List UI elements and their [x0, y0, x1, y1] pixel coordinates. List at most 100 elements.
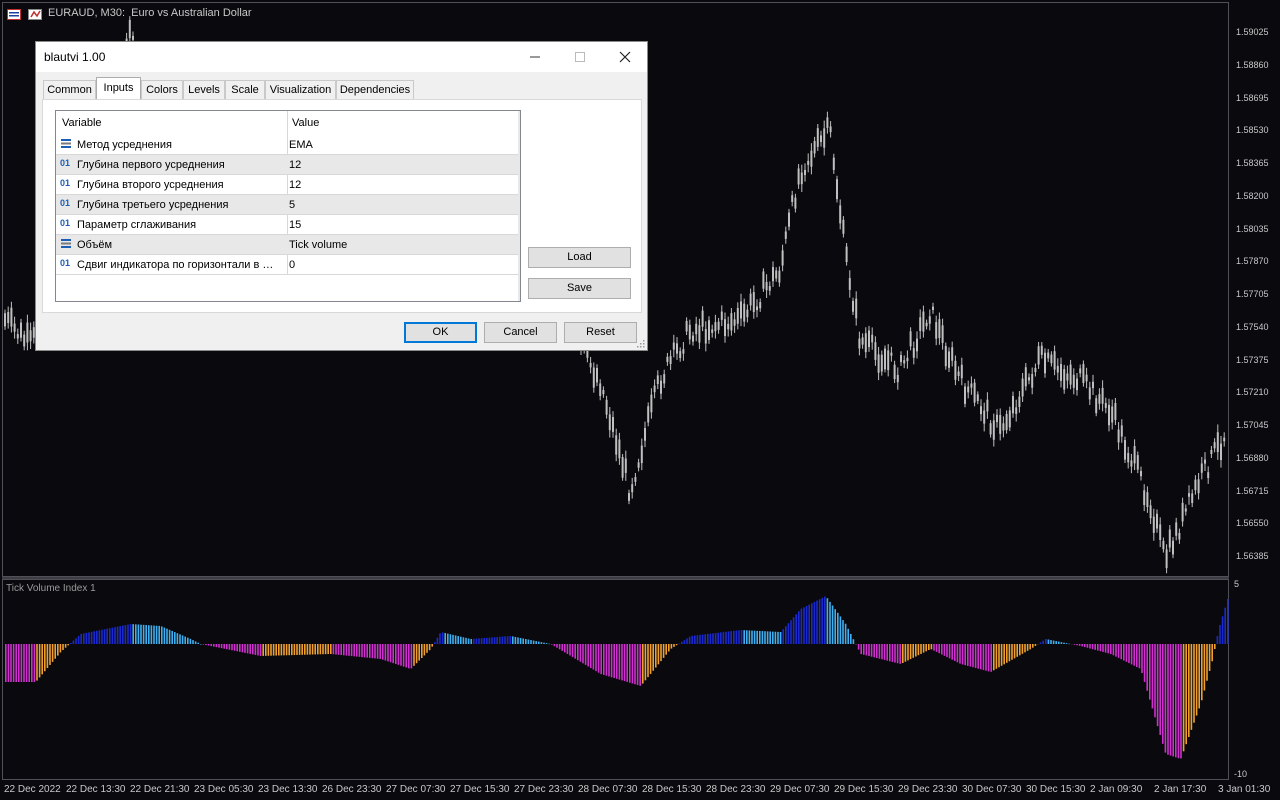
input-row[interactable]: 01 Глубина третьего усреднения 5 [56, 195, 518, 215]
volume-bar [1008, 644, 1011, 662]
candle-body [1120, 425, 1123, 437]
input-row[interactable]: Метод усреднения EMA [56, 135, 518, 155]
load-button[interactable]: Load [528, 247, 631, 268]
volume-bar [1117, 644, 1120, 658]
volume-bar [228, 644, 231, 650]
variable-value[interactable]: 12 [289, 159, 301, 171]
chart-window-icon [7, 7, 21, 20]
volume-bar [116, 626, 119, 644]
reset-button[interactable]: Reset [564, 322, 637, 343]
volume-bar [278, 644, 280, 656]
candle-body [1088, 387, 1091, 400]
candle-body [797, 168, 800, 185]
volume-bar [564, 644, 566, 653]
candle-body [919, 317, 922, 331]
volume-bar [371, 644, 374, 659]
variable-value[interactable]: Tick volume [289, 239, 347, 251]
tab-dependencies[interactable]: Dependencies [336, 80, 414, 99]
tab-common[interactable]: Common [43, 80, 96, 99]
tab-colors[interactable]: Colors [141, 80, 183, 99]
column-value[interactable]: Value [292, 117, 319, 129]
volume-bar [668, 644, 670, 652]
candle-body [903, 360, 906, 364]
volume-bar [694, 635, 696, 644]
volume-bar [504, 636, 506, 644]
variable-value[interactable]: 0 [289, 259, 295, 271]
tab-levels[interactable]: Levels [183, 80, 225, 99]
volume-bar [327, 644, 329, 655]
volume-bar [813, 601, 816, 644]
volume-bar [1112, 644, 1115, 656]
volume-bar [189, 638, 192, 644]
tab-visualization[interactable]: Visualization [265, 80, 336, 99]
minimize-button[interactable] [512, 42, 558, 72]
volume-bar [1104, 644, 1107, 653]
candle-body [733, 319, 736, 326]
save-button[interactable]: Save [528, 278, 631, 299]
indicator-properties-dialog[interactable]: blautvi 1.00 Common Inputs Colors Levels Sca… [35, 41, 648, 351]
ok-button[interactable]: OK [404, 322, 477, 343]
candle-body [861, 337, 864, 345]
time-label: 30 Dec 07:30 [962, 784, 1022, 795]
volume-bar [881, 644, 883, 660]
grid-scrollbar[interactable] [518, 111, 520, 301]
input-row[interactable]: Объём Tick volume [56, 235, 518, 255]
variable-value[interactable]: 15 [289, 219, 301, 231]
volume-bar [486, 637, 488, 644]
volume-bar [873, 644, 875, 658]
time-label: 22 Dec 21:30 [130, 784, 190, 795]
input-row[interactable]: 01 Параметр сглаживания 15 [56, 215, 518, 235]
variable-value[interactable]: 12 [289, 179, 301, 191]
variable-value[interactable]: EMA [289, 139, 313, 151]
close-button[interactable] [602, 42, 648, 72]
volume-bar [964, 644, 966, 666]
volume-bar [753, 630, 756, 644]
volume-bar [548, 643, 550, 645]
volume-bar [353, 644, 355, 657]
volume-bar [90, 631, 93, 644]
candle-body [26, 322, 29, 343]
volume-bar [577, 644, 579, 661]
resize-grip-icon[interactable] [637, 340, 645, 348]
volume-bar [1024, 644, 1026, 653]
dialog-titlebar[interactable]: blautvi 1.00 [36, 42, 647, 72]
volume-bar [129, 624, 132, 644]
candle-body [1178, 532, 1181, 540]
input-row[interactable]: 01 Глубина первого усреднения 12 [56, 155, 518, 175]
volume-bar [704, 634, 706, 644]
candle-body [845, 246, 848, 262]
input-row[interactable]: 01 Глубина второго усреднения 12 [56, 175, 518, 195]
candle-body [1031, 374, 1034, 388]
volume-bar [1216, 636, 1219, 644]
volume-bar [1047, 639, 1050, 644]
tab-scale[interactable]: Scale [225, 80, 265, 99]
volume-bar [1206, 644, 1208, 681]
volume-bar [891, 644, 894, 662]
input-row[interactable]: 01 Сдвиг индикатора по горизонтали в … 0 [56, 255, 518, 275]
volume-bar [987, 644, 990, 672]
volume-bar [712, 633, 714, 644]
volume-bar [109, 628, 111, 644]
volume-bar [36, 644, 38, 681]
volume-bar [480, 638, 483, 644]
candle-body [1197, 479, 1200, 494]
subwindow-min-label: -10 [1234, 769, 1248, 779]
candle-body [932, 306, 934, 310]
candle-body [1156, 513, 1158, 529]
variable-value[interactable]: 5 [289, 199, 295, 211]
column-variable[interactable]: Variable [62, 117, 102, 129]
cancel-button[interactable]: Cancel [484, 322, 557, 343]
volume-bar [782, 629, 784, 644]
price-label: 1.57870 [1236, 256, 1269, 267]
volume-bar [1029, 644, 1031, 650]
candle-body [1146, 492, 1149, 507]
volume-bar [545, 643, 548, 644]
volume-bar [613, 644, 615, 679]
time-label: 2 Jan 17:30 [1154, 784, 1207, 795]
candle-body [957, 371, 960, 377]
tab-inputs[interactable]: Inputs [96, 77, 141, 100]
candle-body [740, 301, 742, 319]
inputs-grid[interactable]: Variable Value Метод усреднения EMA 01 Глуб… [55, 110, 521, 302]
candle-body [647, 406, 650, 423]
maximize-button[interactable] [557, 42, 603, 72]
